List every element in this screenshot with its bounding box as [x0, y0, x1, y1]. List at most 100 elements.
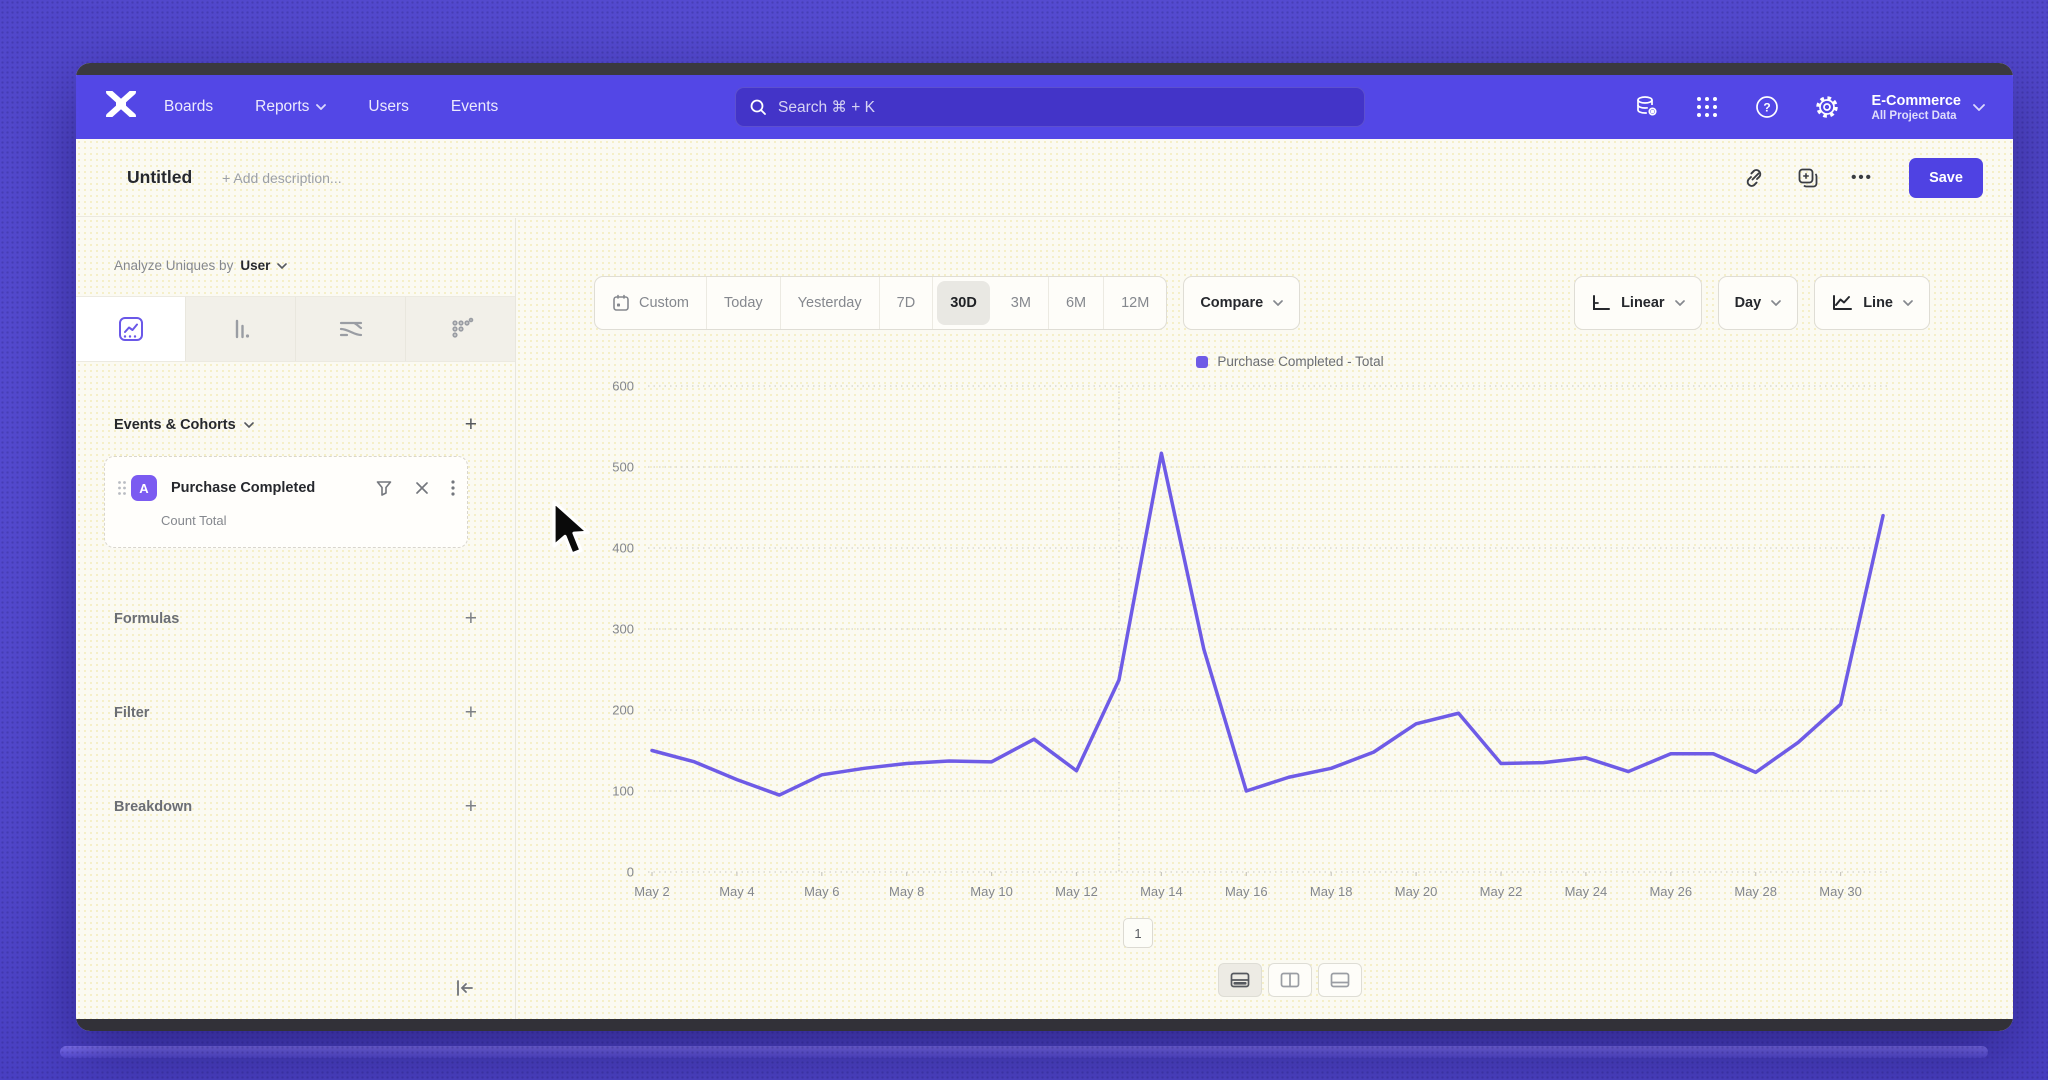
event-name[interactable]: Purchase Completed	[171, 480, 315, 496]
more-options-button[interactable]: •••	[1849, 165, 1875, 191]
tab-bar-chart[interactable]	[186, 297, 296, 361]
top-nav: Boards Reports Users Events Search ⌘ + K	[76, 75, 2013, 139]
layout-panel-bottom-button[interactable]	[1318, 963, 1362, 997]
tab-flows[interactable]	[296, 297, 406, 361]
retention-dots-icon	[447, 315, 475, 343]
analyze-value-dropdown[interactable]: User	[240, 258, 270, 273]
help-icon[interactable]: ?	[1752, 92, 1782, 122]
save-button[interactable]: Save	[1909, 158, 1983, 198]
tab-retention[interactable]	[406, 297, 515, 361]
drag-handle-icon[interactable]	[115, 480, 129, 496]
chevron-down-icon	[1903, 300, 1913, 306]
events-cohorts-header: Events & Cohorts +	[114, 414, 477, 435]
project-selector[interactable]: E-Commerce All Project Data	[1872, 92, 1985, 122]
remove-event-icon[interactable]	[415, 481, 429, 495]
calendar-icon	[612, 294, 630, 312]
kebab-menu-icon[interactable]	[451, 480, 455, 496]
granularity-dropdown[interactable]: Day	[1718, 276, 1799, 330]
range-6m[interactable]: 6M	[1049, 277, 1104, 329]
line-chart[interactable]: 0100200300400500600May 2May 4May 6May 8M…	[580, 378, 2000, 953]
range-yesterday[interactable]: Yesterday	[781, 277, 880, 329]
settings-gear-icon[interactable]	[1812, 92, 1842, 122]
layout-split-horizontal-button[interactable]	[1218, 963, 1262, 997]
visualization-tabs	[76, 296, 515, 362]
x-axis-tick-label: May 24	[1565, 884, 1608, 899]
legend-series-label: Purchase Completed - Total	[1217, 354, 1383, 369]
y-axis-tick-label: 600	[612, 379, 634, 394]
apps-grid-icon[interactable]	[1692, 92, 1722, 122]
legend-color-swatch	[1196, 356, 1208, 368]
line-chart-icon	[117, 315, 145, 343]
x-axis-tick-label: May 14	[1140, 884, 1183, 899]
app-window: Boards Reports Users Events Search ⌘ + K	[76, 63, 2013, 1031]
mixpanel-logo-icon[interactable]	[106, 91, 152, 124]
nav-item-boards[interactable]: Boards	[164, 98, 213, 116]
add-description-field[interactable]: + Add description...	[222, 170, 341, 186]
collapse-sidebar-icon[interactable]	[455, 979, 475, 1003]
axis-scale-dropdown[interactable]: Linear	[1574, 276, 1702, 330]
panel-bottom-icon	[1330, 972, 1350, 988]
copy-link-icon[interactable]	[1741, 165, 1767, 191]
breakdown-section: Breakdown +	[114, 796, 477, 817]
range-7d[interactable]: 7D	[880, 277, 934, 329]
y-axis-tick-label: 300	[612, 622, 634, 637]
chevron-down-icon	[1675, 300, 1685, 306]
tab-line-chart[interactable]	[76, 297, 186, 361]
range-today[interactable]: Today	[707, 277, 781, 329]
x-axis-tick-label: May 10	[970, 884, 1013, 899]
filter-funnel-icon[interactable]	[375, 479, 393, 497]
x-axis-tick-label: May 8	[889, 884, 924, 899]
y-axis-tick-label: 0	[627, 865, 634, 880]
x-axis-tick-label: May 22	[1480, 884, 1523, 899]
chart-type-dropdown[interactable]: Line	[1814, 276, 1930, 330]
layout-split-vertical-button[interactable]	[1268, 963, 1312, 997]
range-12m[interactable]: 12M	[1104, 277, 1166, 329]
chart-legend: Purchase Completed - Total	[580, 354, 2000, 369]
nav-item-reports[interactable]: Reports	[255, 98, 326, 116]
event-aggregation[interactable]: Count Total	[161, 513, 227, 528]
nav-items: Boards Reports Users Events	[164, 98, 498, 116]
line-type-icon	[1831, 294, 1853, 312]
compare-dropdown[interactable]: Compare	[1183, 276, 1300, 330]
range-3m[interactable]: 3M	[994, 277, 1049, 329]
mouse-cursor	[550, 500, 596, 564]
nav-right: ? E-Commerce All Project Data	[1632, 75, 1985, 139]
duplicate-icon[interactable]	[1795, 165, 1821, 191]
nav-item-events[interactable]: Events	[451, 98, 498, 116]
linear-axis-icon	[1591, 294, 1611, 312]
chevron-down-icon	[244, 422, 254, 428]
x-axis-tick-label: May 26	[1649, 884, 1692, 899]
chevron-down-icon	[1973, 104, 1985, 111]
desktop-background: Boards Reports Users Events Search ⌘ + K	[0, 0, 2048, 1080]
analyze-label: Analyze Uniques by	[114, 258, 233, 273]
events-cohorts-label[interactable]: Events & Cohorts	[114, 417, 254, 433]
add-filter-button[interactable]: +	[465, 702, 477, 723]
report-title[interactable]: Untitled	[127, 167, 192, 188]
search-input[interactable]: Search ⌘ + K	[735, 87, 1365, 127]
add-formula-button[interactable]: +	[465, 608, 477, 629]
event-card-purchase-completed[interactable]: A Purchase Completed Count Total	[104, 456, 468, 548]
x-axis-tick-label: May 28	[1734, 884, 1777, 899]
title-actions: ••• Save	[1741, 158, 1983, 198]
svg-text:?: ?	[1763, 101, 1770, 115]
split-horizontal-icon	[1230, 972, 1250, 988]
formulas-label: Formulas	[114, 611, 179, 627]
x-axis-tick-label: May 12	[1055, 884, 1098, 899]
search-placeholder: Search ⌘ + K	[778, 98, 875, 117]
y-axis-tick-label: 100	[612, 784, 634, 799]
project-scope: All Project Data	[1872, 110, 1961, 122]
range-custom[interactable]: Custom	[595, 277, 707, 329]
pagination-page-button[interactable]: 1	[1123, 918, 1153, 948]
x-axis-tick-label: May 30	[1819, 884, 1862, 899]
search-icon	[749, 98, 767, 116]
add-event-button[interactable]: +	[465, 414, 477, 435]
x-axis-tick-label: May 6	[804, 884, 839, 899]
add-breakdown-button[interactable]: +	[465, 796, 477, 817]
chevron-down-icon	[316, 104, 326, 110]
data-management-icon[interactable]	[1632, 92, 1662, 122]
chart-controls: Custom Today Yesterday 7D 30D 3M 6M 12M …	[594, 276, 1930, 330]
nav-item-users[interactable]: Users	[368, 98, 408, 116]
range-30d[interactable]: 30D	[937, 281, 990, 325]
series-line[interactable]	[652, 453, 1883, 795]
background-glow	[60, 1046, 1988, 1058]
